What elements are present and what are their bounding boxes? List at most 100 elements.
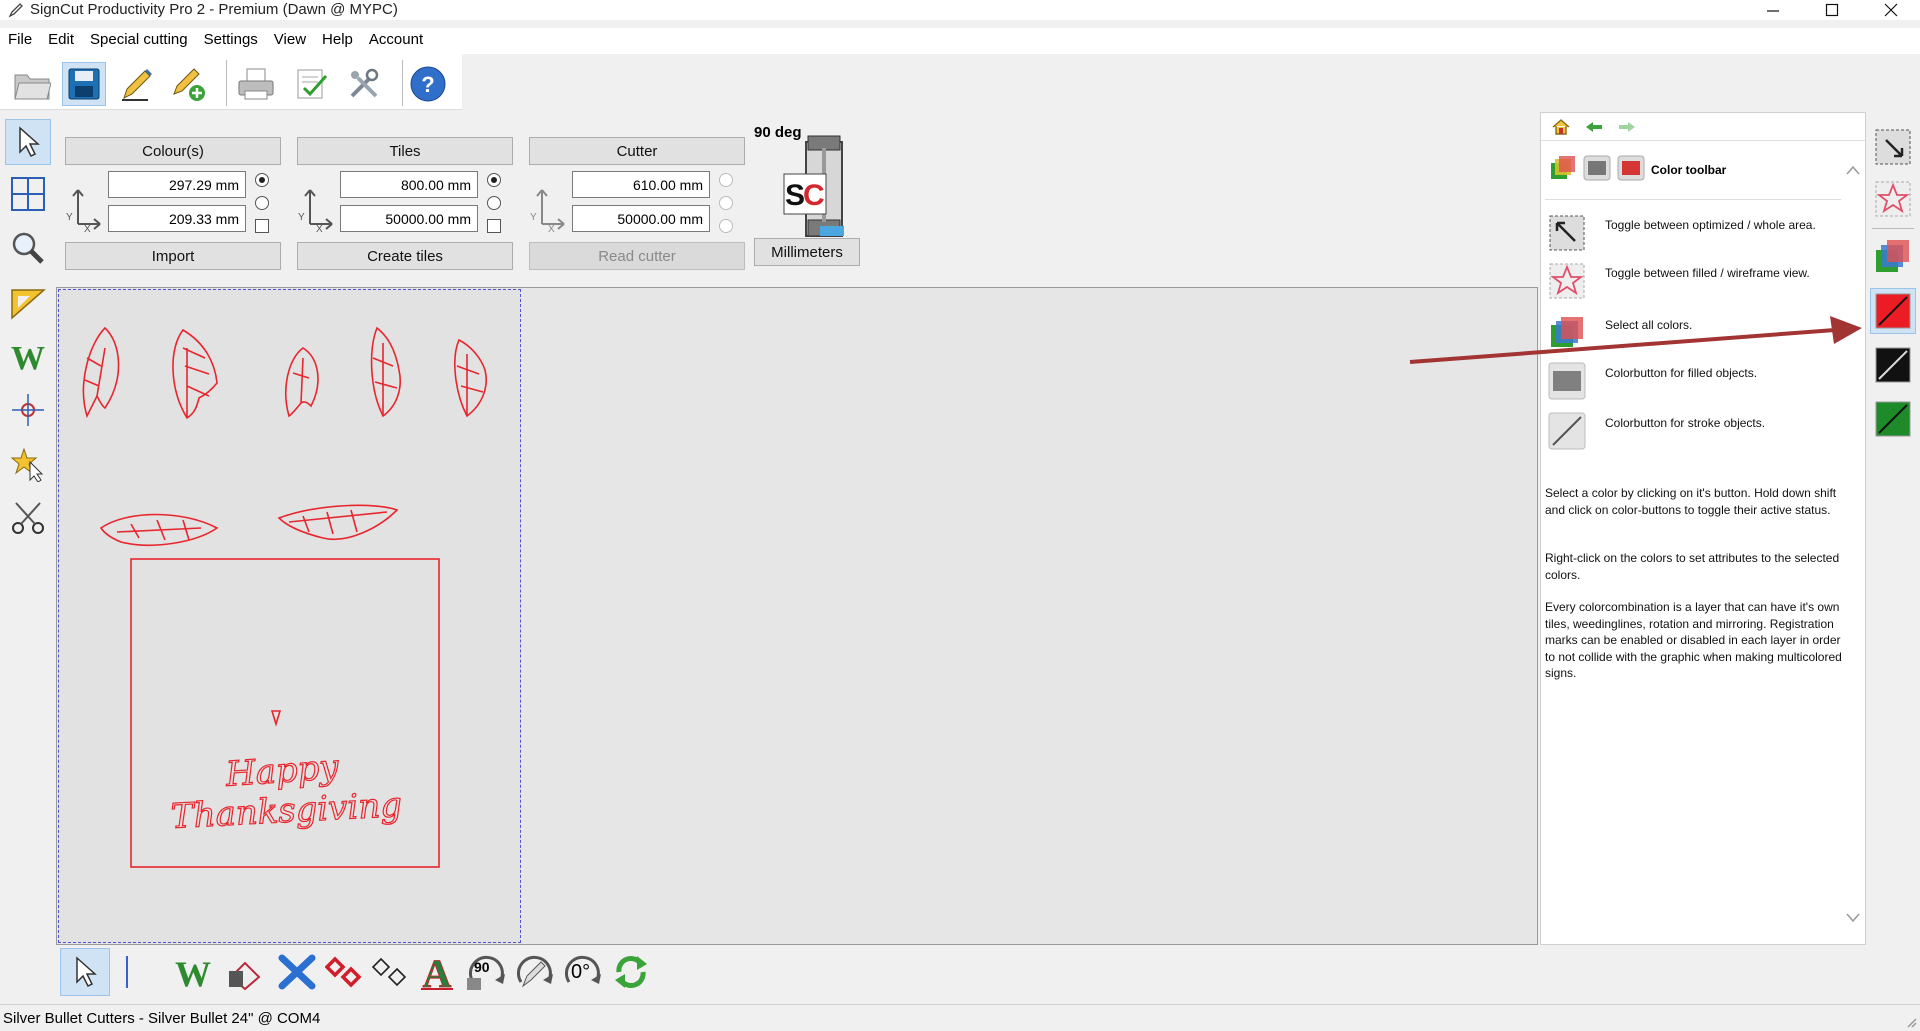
help-divider — [1545, 199, 1841, 200]
add-edit-button[interactable] — [166, 62, 210, 106]
resize-grip-icon[interactable] — [1906, 1017, 1918, 1029]
maximize-button[interactable] — [1805, 0, 1859, 20]
help-paragraph: Select a color by clicking on it's butto… — [1545, 486, 1837, 517]
fill-eraser-button[interactable] — [220, 948, 270, 996]
scroll-up-icon[interactable] — [1846, 165, 1860, 175]
rotate-free-button[interactable] — [510, 948, 560, 996]
select-tool[interactable] — [5, 119, 51, 165]
colours-panel: Colour(s) Y X 297.29 mm 209.33 mm Import — [60, 124, 284, 274]
help-item: Colorbutton for stroke objects. — [1545, 409, 1845, 453]
text-tool-button[interactable]: A — [412, 948, 462, 996]
tiles-radio-2[interactable] — [487, 196, 501, 210]
ruler-triangle-icon — [11, 289, 46, 320]
optimized-area-button[interactable] — [1870, 124, 1916, 170]
cutter-width-input[interactable]: 610.00 mm — [572, 171, 710, 198]
colours-checkbox[interactable] — [255, 219, 269, 233]
weed-button[interactable]: W — [168, 948, 218, 996]
cutter-header-button[interactable]: Cutter — [529, 137, 745, 165]
star-cursor-icon — [10, 447, 44, 482]
stroke-color-icon — [1548, 412, 1586, 450]
menu-file[interactable]: File — [0, 28, 40, 54]
registration-marks-button[interactable] — [320, 948, 370, 996]
rotate-90-button[interactable]: 90 — [462, 948, 512, 996]
colours-height-input[interactable]: 209.33 mm — [108, 205, 246, 232]
menu-special-cutting[interactable]: Special cutting — [82, 28, 196, 54]
cutter-height-input[interactable]: 50000.00 mm — [572, 205, 710, 232]
status-bar: Silver Bullet Cutters - Silver Bullet 24… — [0, 1004, 1920, 1031]
refresh-button[interactable] — [606, 948, 656, 996]
cutter-radio-3[interactable] — [719, 219, 733, 233]
cutter-radio-2[interactable] — [719, 196, 733, 210]
weed-tool[interactable]: W — [5, 333, 51, 379]
svg-text:X: X — [84, 224, 91, 232]
help-paragraph: Right-click on the colors to set attribu… — [1545, 551, 1840, 582]
help-item-text: Toggle between filled / wireframe view. — [1605, 266, 1810, 280]
main-toolbar: ? — [0, 54, 462, 110]
wireframe-toggle-button[interactable] — [1870, 176, 1916, 222]
open-button[interactable] — [10, 62, 54, 106]
help-item-text: Toggle between optimized / whole area. — [1605, 218, 1816, 232]
cutter-radio-1[interactable] — [719, 173, 733, 187]
mirror-button[interactable] — [272, 948, 322, 996]
text-a-icon: A — [421, 953, 453, 991]
maximize-icon — [1825, 3, 1839, 17]
tiles-panel: Tiles Y X 800.00 mm 50000.00 mm Create t… — [292, 124, 516, 274]
help-icon: ? — [410, 66, 446, 102]
rotate-zero-button[interactable]: 0° — [558, 948, 608, 996]
close-button[interactable] — [1864, 0, 1918, 20]
home-icon[interactable] — [1551, 118, 1571, 136]
print-button[interactable] — [234, 62, 278, 106]
menu-edit[interactable]: Edit — [40, 28, 82, 54]
help-button[interactable]: ? — [406, 62, 450, 106]
select-all-colors-button[interactable] — [1870, 234, 1916, 280]
node-tool[interactable] — [5, 441, 51, 487]
orientation-toggle[interactable]: SC — [778, 132, 860, 242]
help-item: Toggle between optimized / whole area. — [1545, 211, 1845, 255]
read-cutter-button[interactable]: Read cutter — [529, 242, 745, 270]
tiles-width-input[interactable]: 800.00 mm — [340, 171, 478, 198]
design-canvas[interactable]: Happy Thanksgiving — [56, 287, 1538, 945]
save-button[interactable] — [62, 62, 106, 106]
menu-view[interactable]: View — [266, 28, 314, 54]
colours-width-input[interactable]: 297.29 mm — [108, 171, 246, 198]
svg-text:Y: Y — [298, 212, 305, 223]
tiles-height-input[interactable]: 50000.00 mm — [340, 205, 478, 232]
colours-header-button[interactable]: Colour(s) — [65, 137, 281, 165]
tiles-checkbox[interactable] — [487, 219, 501, 233]
import-button[interactable]: Import — [65, 242, 281, 270]
feather-3 — [285, 347, 319, 418]
colours-radio-2[interactable] — [255, 196, 269, 210]
star-outline-icon — [1549, 263, 1585, 299]
colours-radio-1[interactable] — [255, 173, 269, 187]
create-tiles-button[interactable]: Create tiles — [297, 242, 513, 270]
tiles-radio-1[interactable] — [487, 173, 501, 187]
green-color-button[interactable] — [1870, 396, 1916, 442]
knife-tool[interactable] — [5, 495, 51, 541]
svg-text:Y: Y — [66, 212, 73, 223]
axis-xy-icon: Y X — [298, 189, 333, 232]
axis-xy-icon: Y X — [530, 189, 565, 232]
select-tool-bottom[interactable] — [60, 948, 110, 996]
menu-help[interactable]: Help — [314, 28, 361, 54]
red-color-button[interactable] — [1870, 288, 1916, 334]
outline-marks-button[interactable] — [366, 948, 416, 996]
units-button[interactable]: Millimeters — [754, 238, 860, 266]
black-color-button[interactable] — [1870, 342, 1916, 388]
checklist-button[interactable] — [290, 62, 334, 106]
tools-button[interactable] — [342, 62, 386, 106]
green-color-button-icon — [1875, 401, 1911, 437]
forward-arrow-icon[interactable] — [1617, 121, 1637, 133]
menu-account[interactable]: Account — [361, 28, 431, 54]
select-all-colors-icon — [1876, 240, 1909, 272]
measure-tool[interactable] — [5, 279, 51, 325]
back-arrow-icon[interactable] — [1584, 121, 1604, 133]
origin-tool[interactable] — [5, 387, 51, 433]
edit-button[interactable] — [114, 62, 158, 106]
tiles-header-button[interactable]: Tiles — [297, 137, 513, 165]
zoom-tool[interactable] — [5, 225, 51, 271]
scroll-down-icon[interactable] — [1846, 913, 1860, 923]
design-artwork[interactable]: Happy Thanksgiving — [57, 288, 1537, 944]
tile-tool[interactable] — [5, 171, 51, 217]
minimize-button[interactable] — [1746, 0, 1800, 20]
menu-settings[interactable]: Settings — [196, 28, 266, 54]
